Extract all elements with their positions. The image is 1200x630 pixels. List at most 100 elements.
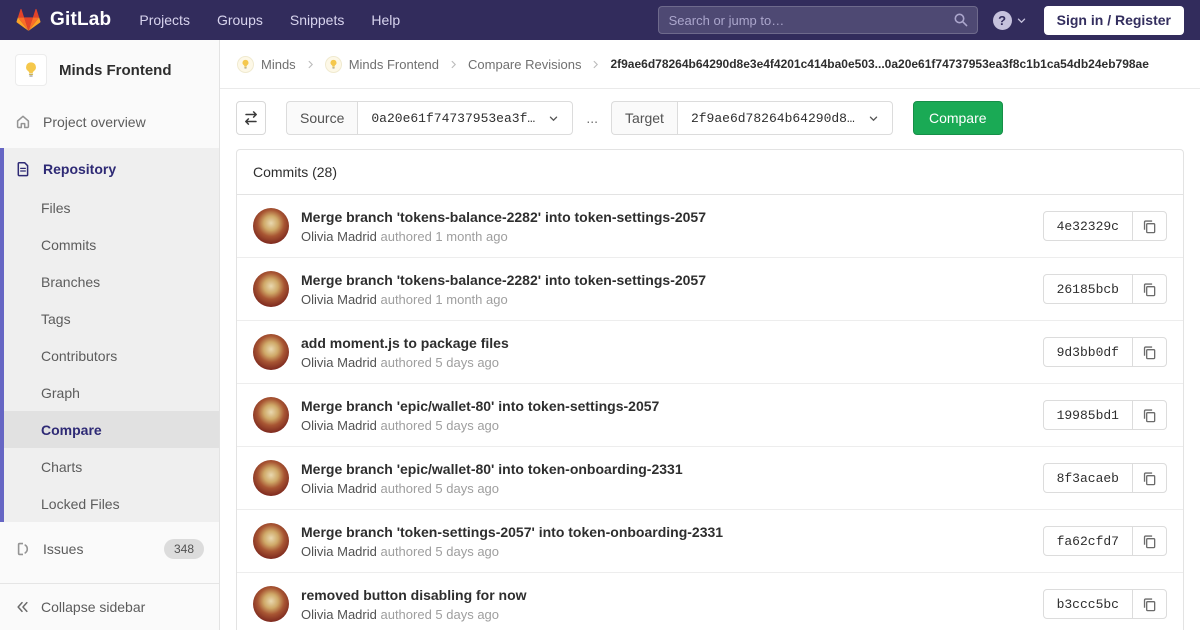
chevron-down-icon bbox=[1016, 15, 1027, 26]
commit-author-avatar bbox=[253, 334, 289, 370]
commit-author-avatar bbox=[253, 586, 289, 622]
commit-time: authored 5 days ago bbox=[380, 607, 499, 622]
collapse-sidebar-label: Collapse sidebar bbox=[41, 599, 145, 615]
commit-author-link[interactable]: Olivia Madrid bbox=[301, 418, 377, 433]
double-chevron-left-icon bbox=[15, 600, 30, 614]
commit-row: Merge branch 'tokens-balance-2282' into … bbox=[237, 258, 1183, 321]
navbar-link[interactable]: Projects bbox=[139, 12, 190, 28]
sidebar-item-issues[interactable]: Issues 348 bbox=[0, 530, 219, 567]
commits-panel-header: Commits (28) bbox=[237, 150, 1183, 195]
commit-author-link[interactable]: Olivia Madrid bbox=[301, 544, 377, 559]
sidebar-item-repo-sub[interactable]: Charts bbox=[4, 448, 219, 485]
gitlab-logo[interactable]: GitLab bbox=[16, 8, 111, 32]
help-menu[interactable]: ? bbox=[993, 11, 1027, 30]
copy-sha-button[interactable] bbox=[1132, 212, 1166, 240]
sidebar-item-project-overview[interactable]: Project overview bbox=[0, 103, 219, 140]
copy-sha-button[interactable] bbox=[1132, 401, 1166, 429]
source-ref-dropdown[interactable]: 0a20e61f74737953ea3f… bbox=[357, 101, 573, 135]
commit-author-link[interactable]: Olivia Madrid bbox=[301, 229, 377, 244]
commit-author-avatar bbox=[253, 460, 289, 496]
copy-sha-button[interactable] bbox=[1132, 464, 1166, 492]
commit-author-avatar bbox=[253, 271, 289, 307]
copy-icon bbox=[1142, 408, 1157, 423]
navbar-link[interactable]: Help bbox=[371, 12, 400, 28]
breadcrumb-link[interactable]: Minds Frontend bbox=[349, 57, 439, 72]
top-navbar: GitLab Projects Groups Snippets Help ? S… bbox=[0, 0, 1200, 40]
commit-sha-link[interactable]: fa62cfd7 bbox=[1044, 527, 1132, 555]
commit-sha-link[interactable]: b3ccc5bc bbox=[1044, 590, 1132, 618]
swap-revisions-button[interactable] bbox=[236, 101, 266, 135]
commit-row: removed button disabling for now Olivia … bbox=[237, 573, 1183, 630]
copy-sha-button[interactable] bbox=[1132, 275, 1166, 303]
commit-title-link[interactable]: Merge branch 'tokens-balance-2282' into … bbox=[301, 209, 706, 225]
commit-meta: Olivia Madrid authored 5 days ago bbox=[301, 355, 509, 370]
navbar-link[interactable]: Groups bbox=[217, 12, 263, 28]
commit-sha-link[interactable]: 19985bd1 bbox=[1044, 401, 1132, 429]
navbar-links: Projects Groups Snippets Help bbox=[139, 12, 400, 28]
commit-text: removed button disabling for now Olivia … bbox=[301, 587, 527, 622]
breadcrumb-item-group: Minds bbox=[237, 56, 296, 73]
target-label: Target bbox=[611, 101, 677, 135]
copy-sha-button[interactable] bbox=[1132, 338, 1166, 366]
commit-row: add moment.js to package files Olivia Ma… bbox=[237, 321, 1183, 384]
commit-author-avatar bbox=[253, 208, 289, 244]
breadcrumb-link[interactable]: Compare Revisions bbox=[468, 57, 581, 72]
project-header[interactable]: Minds Frontend bbox=[0, 40, 219, 99]
project-name: Minds Frontend bbox=[59, 62, 172, 79]
commit-sha-group: 4e32329c bbox=[1043, 211, 1167, 241]
sidebar-item-repo-sub[interactable]: Graph bbox=[4, 374, 219, 411]
sidebar-item-label: Repository bbox=[43, 161, 116, 177]
search-input[interactable] bbox=[658, 6, 978, 34]
navbar-link[interactable]: Snippets bbox=[290, 12, 344, 28]
sidebar-item-repo-sub[interactable]: Compare bbox=[4, 411, 219, 448]
commits-panel: Commits (28) Merge branch 'tokens-balanc… bbox=[236, 149, 1184, 630]
sidebar-item-repo-sub[interactable]: Tags bbox=[4, 300, 219, 337]
sidebar-item-repo-sub[interactable]: Commits bbox=[4, 226, 219, 263]
repository-subnav: Files Commits Branches Tags Contributors… bbox=[4, 189, 219, 522]
copy-sha-button[interactable] bbox=[1132, 590, 1166, 618]
commit-title-link[interactable]: Merge branch 'epic/wallet-80' into token… bbox=[301, 398, 659, 414]
commit-title-link[interactable]: removed button disabling for now bbox=[301, 587, 527, 603]
chevron-down-icon bbox=[868, 113, 879, 124]
breadcrumb-current: 2f9ae6d78264b64290d8e3e4f4201c414ba0e503… bbox=[610, 57, 1148, 71]
lightbulb-icon bbox=[240, 59, 251, 70]
sidebar-item-repo-sub[interactable]: Contributors bbox=[4, 337, 219, 374]
commit-text: Merge branch 'epic/wallet-80' into token… bbox=[301, 398, 659, 433]
commit-sha-group: 9d3bb0df bbox=[1043, 337, 1167, 367]
commit-text: add moment.js to package files Olivia Ma… bbox=[301, 335, 509, 370]
commit-row: Merge branch 'epic/wallet-80' into token… bbox=[237, 384, 1183, 447]
commit-text: Merge branch 'tokens-balance-2282' into … bbox=[301, 272, 706, 307]
copy-sha-button[interactable] bbox=[1132, 527, 1166, 555]
commit-author-link[interactable]: Olivia Madrid bbox=[301, 481, 377, 496]
breadcrumb-link[interactable]: Minds bbox=[261, 57, 296, 72]
commit-sha-group: 19985bd1 bbox=[1043, 400, 1167, 430]
search-box bbox=[658, 6, 978, 34]
commit-sha-link[interactable]: 8f3acaeb bbox=[1044, 464, 1132, 492]
commit-time: authored 5 days ago bbox=[380, 418, 499, 433]
compare-button[interactable]: Compare bbox=[913, 101, 1003, 135]
commit-author-link[interactable]: Olivia Madrid bbox=[301, 292, 377, 307]
commit-sha-link[interactable]: 9d3bb0df bbox=[1044, 338, 1132, 366]
sign-in-register-button[interactable]: Sign in / Register bbox=[1044, 6, 1184, 35]
sidebar-item-repo-sub[interactable]: Branches bbox=[4, 263, 219, 300]
commit-sha-link[interactable]: 26185bcb bbox=[1044, 275, 1132, 303]
sidebar-item-repo-sub[interactable]: Locked Files bbox=[4, 485, 219, 522]
commit-title-link[interactable]: add moment.js to package files bbox=[301, 335, 509, 351]
commit-row: Merge branch 'token-settings-2057' into … bbox=[237, 510, 1183, 573]
search-icon bbox=[953, 12, 969, 28]
copy-icon bbox=[1142, 471, 1157, 486]
commit-sha-link[interactable]: 4e32329c bbox=[1044, 212, 1132, 240]
sidebar-item-repo-sub[interactable]: Files bbox=[4, 189, 219, 226]
commit-author-link[interactable]: Olivia Madrid bbox=[301, 607, 377, 622]
commit-author-link[interactable]: Olivia Madrid bbox=[301, 355, 377, 370]
commit-title-link[interactable]: Merge branch 'epic/wallet-80' into token… bbox=[301, 461, 683, 477]
source-input-group: Source 0a20e61f74737953ea3f… bbox=[286, 101, 573, 135]
source-label: Source bbox=[286, 101, 357, 135]
commit-title-link[interactable]: Merge branch 'tokens-balance-2282' into … bbox=[301, 272, 706, 288]
target-ref-dropdown[interactable]: 2f9ae6d78264b64290d8… bbox=[677, 101, 893, 135]
sidebar-item-repository[interactable]: Repository bbox=[4, 148, 219, 189]
commit-title-link[interactable]: Merge branch 'token-settings-2057' into … bbox=[301, 524, 723, 540]
gitlab-wordmark: GitLab bbox=[50, 9, 111, 31]
collapse-sidebar-button[interactable]: Collapse sidebar bbox=[0, 583, 219, 630]
project-avatar-small bbox=[325, 56, 342, 73]
